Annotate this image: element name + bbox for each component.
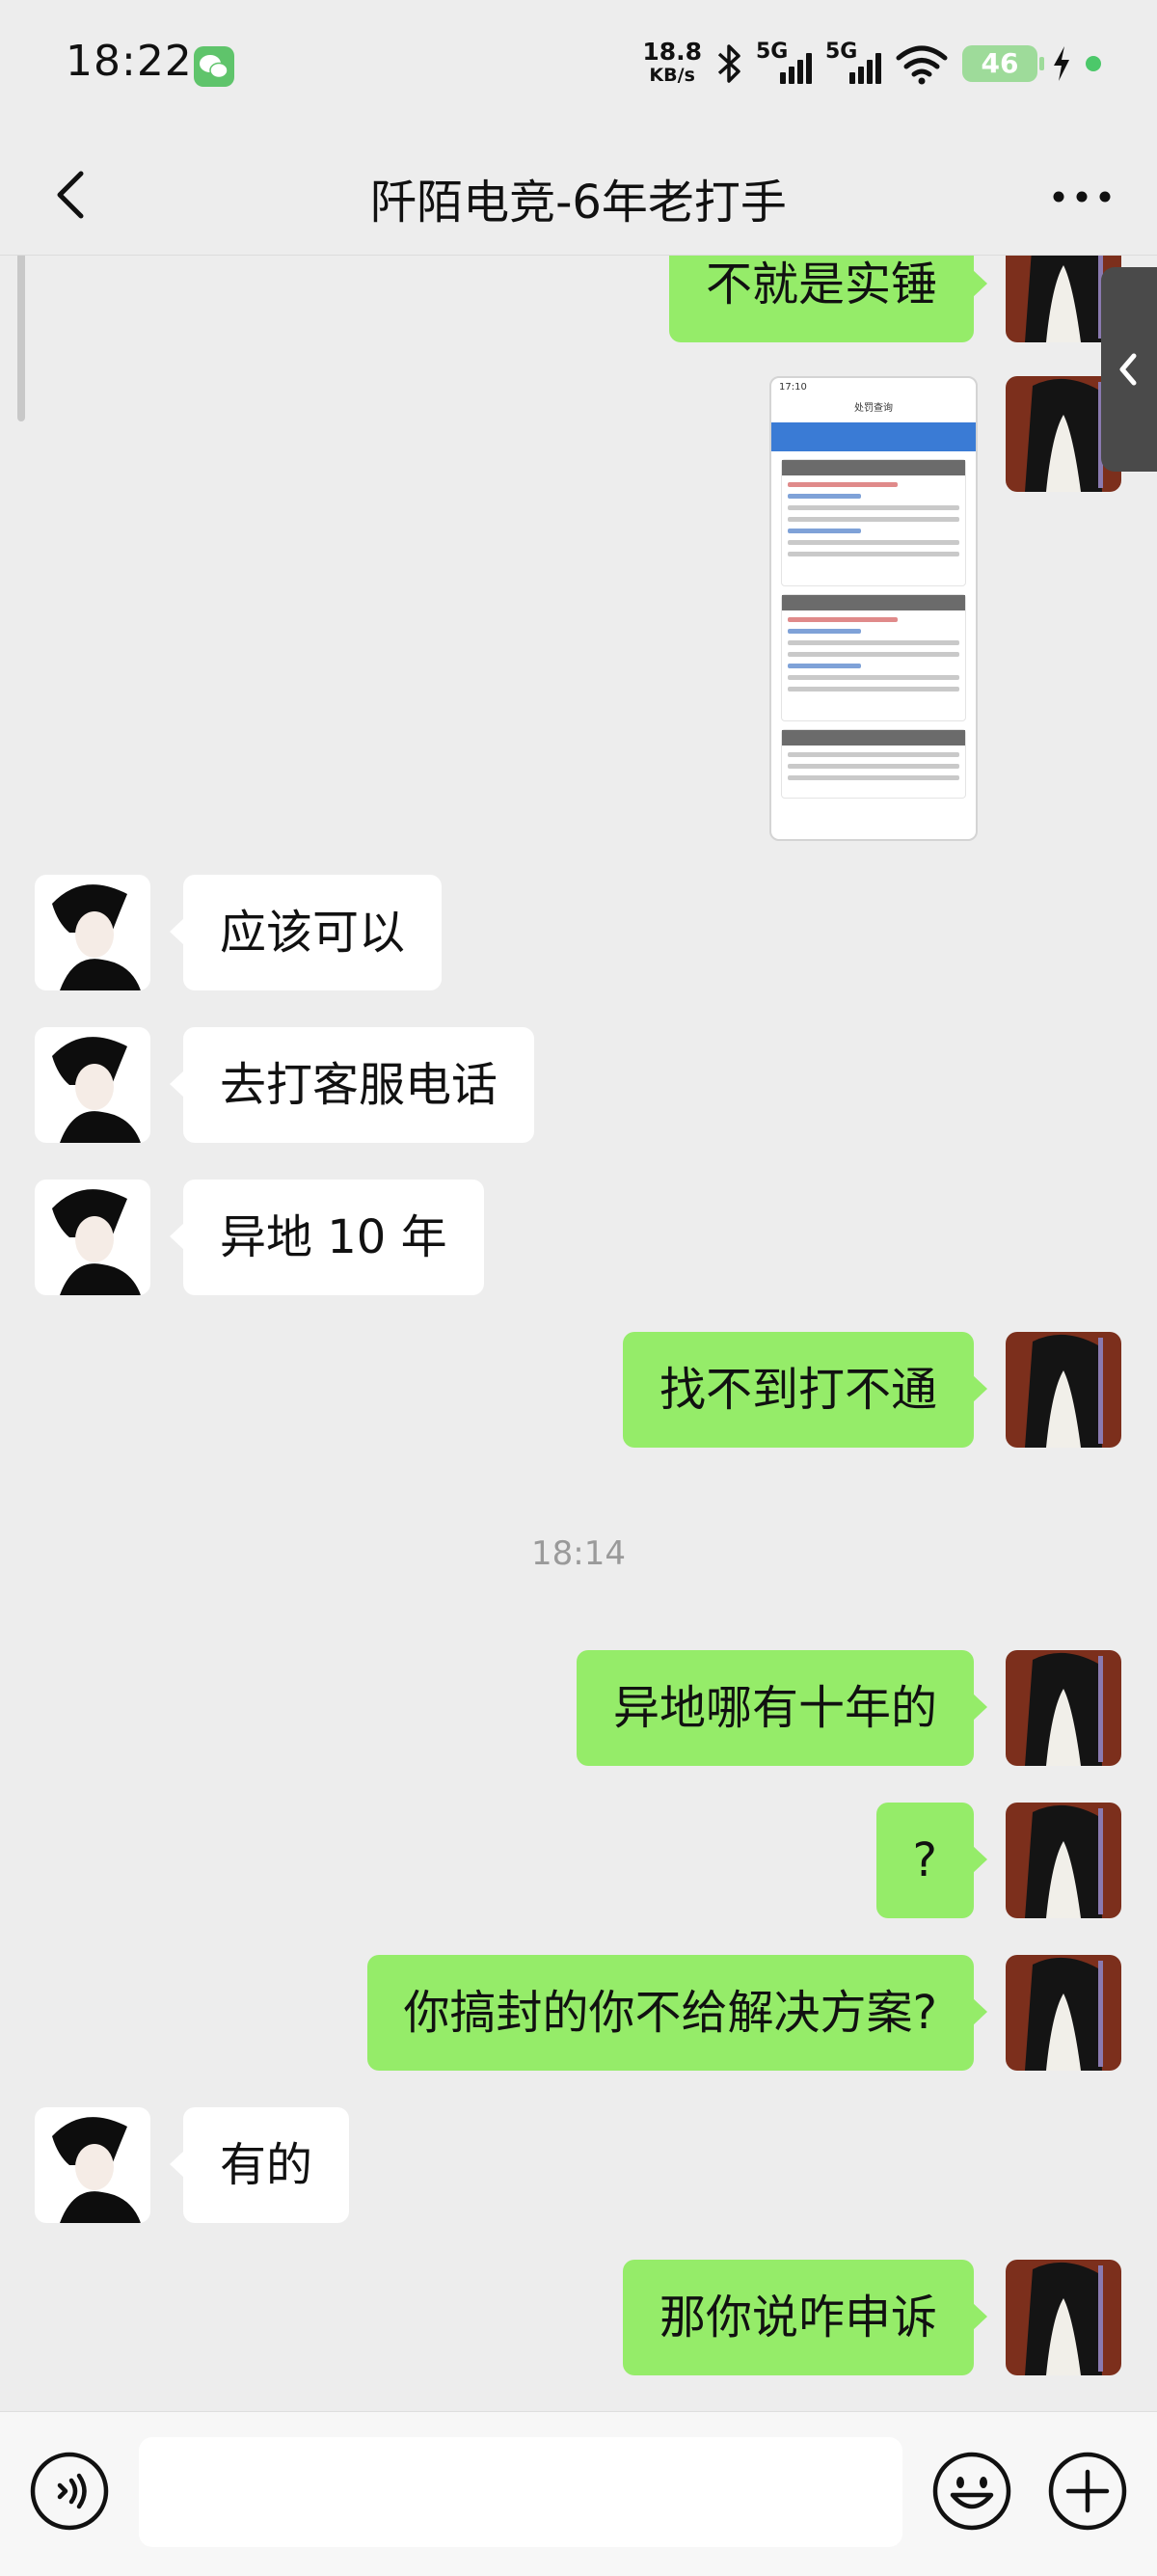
message-bubble-mine[interactable]: 你搞封的你不给解决方案? [366, 1955, 988, 2071]
signal-sim2-icon: 5G [825, 40, 881, 88]
message-bubble-theirs[interactable]: 有的 [169, 2107, 350, 2223]
message-bubble-theirs[interactable]: 去打客服电话 [169, 1027, 535, 1143]
message-bubble-mine[interactable]: 那你说咋申诉 [622, 2260, 988, 2375]
plus-icon [1048, 2452, 1127, 2531]
battery-indicator: 46 [962, 45, 1044, 82]
voice-button[interactable] [29, 2451, 110, 2532]
bluetooth-icon [717, 44, 740, 83]
status-indicators: 18.8 KB/s 5G 5G 46 [642, 35, 1101, 93]
charging-icon [1054, 46, 1069, 81]
screenshot-card [781, 594, 966, 721]
side-floating-tab[interactable] [1101, 267, 1157, 472]
more-dots-icon [1053, 191, 1111, 203]
screenshot-banner [771, 422, 976, 451]
network-speed-value: 18.8 [642, 38, 702, 66]
privacy-dot [1086, 56, 1101, 71]
contact-avatar[interactable] [35, 1027, 150, 1143]
my-avatar[interactable] [1006, 1955, 1121, 2071]
message-bubble-mine[interactable]: 找不到打不通 [622, 1332, 988, 1448]
message-bubble-theirs[interactable]: 异地 10 年 [170, 1180, 484, 1295]
wifi-icon [896, 45, 948, 85]
contact-avatar[interactable] [35, 1180, 150, 1295]
status-bar: 18:22 18.8 KB/s 5G 5G 46 [0, 0, 1157, 135]
screenshot-card [781, 459, 966, 586]
wechat-notification-icon [194, 46, 234, 87]
chat-nav-bar: 阡陌电竞-6年老打手 [0, 135, 1157, 256]
chat-title: 阡陌电竞-6年老打手 [370, 176, 787, 230]
chat-message-list[interactable]: 不就是实锤 17:10 处罚查询 应该可以 去打客服电话 异地 10 年 找不到… [0, 256, 1157, 2411]
contact-avatar[interactable] [35, 875, 150, 990]
my-avatar[interactable] [1006, 1332, 1121, 1448]
time-divider: 18:14 [531, 1534, 626, 1573]
message-bubble-theirs[interactable]: 应该可以 [169, 875, 443, 990]
message-bubble-mine[interactable]: 不就是实锤 [668, 256, 988, 342]
screenshot-card [781, 729, 966, 799]
emoji-icon [932, 2452, 1011, 2531]
network-speed-unit: KB/s [649, 65, 695, 86]
contact-avatar[interactable] [35, 2107, 150, 2223]
my-avatar[interactable] [1006, 1650, 1121, 1766]
status-time: 18:22 [66, 37, 193, 86]
voice-icon [30, 2452, 109, 2531]
screenshot-time: 17:10 [779, 382, 807, 393]
emoji-button[interactable] [931, 2451, 1012, 2532]
my-avatar[interactable] [1006, 2260, 1121, 2375]
message-bubble-mine[interactable]: 异地哪有十年的 [576, 1650, 988, 1766]
network-speed: 18.8 KB/s [642, 38, 702, 87]
image-message-screenshot[interactable]: 17:10 处罚查询 [769, 376, 978, 841]
signal-sim1-icon: 5G [756, 40, 812, 88]
more-functions-button[interactable] [1047, 2451, 1128, 2532]
my-avatar[interactable] [1006, 1803, 1121, 1918]
screenshot-header: 处罚查询 [854, 403, 893, 414]
message-input[interactable] [139, 2437, 902, 2547]
more-button[interactable] [1043, 164, 1120, 226]
chat-input-bar [0, 2411, 1157, 2576]
chevron-left-icon [1119, 353, 1137, 386]
scroll-indicator[interactable] [17, 256, 25, 421]
message-bubble-mine[interactable]: ? [875, 1803, 988, 1918]
